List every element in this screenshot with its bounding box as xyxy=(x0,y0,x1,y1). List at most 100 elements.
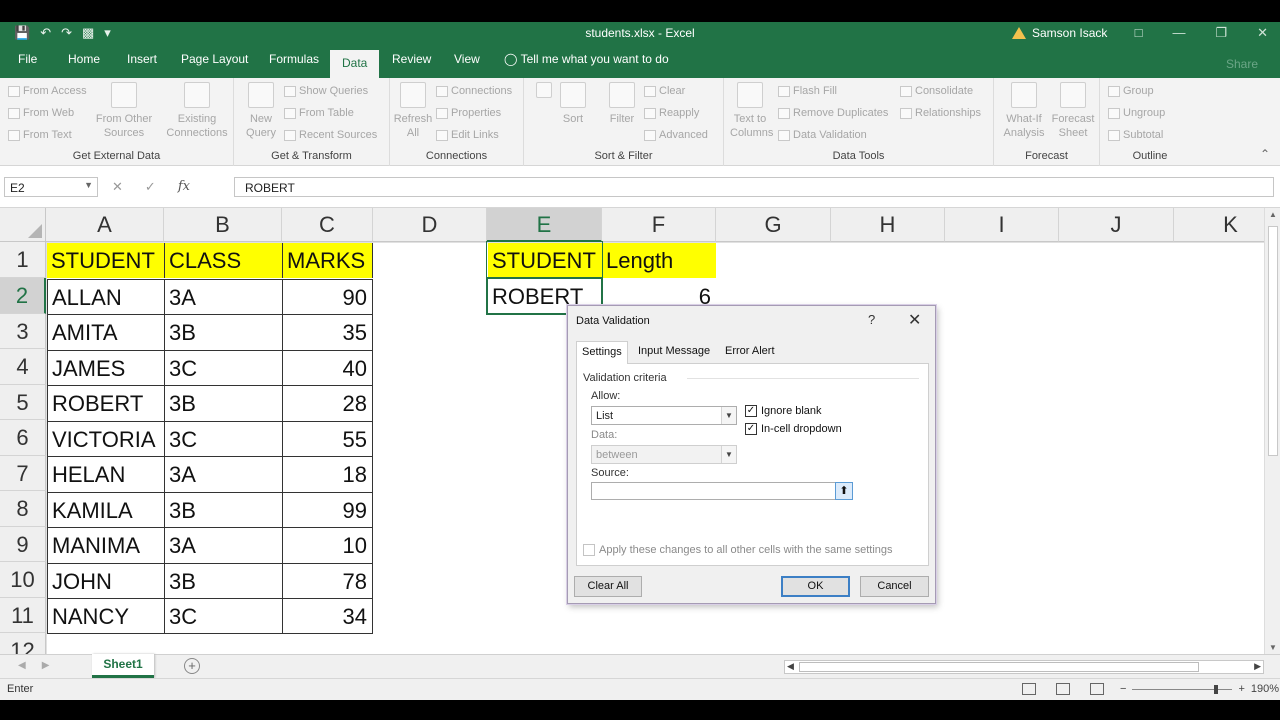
table-cell[interactable]: 3A xyxy=(164,279,282,314)
next-sheet-icon[interactable]: ▶ xyxy=(42,660,50,671)
column-header-i[interactable]: I xyxy=(945,208,1059,242)
zoom-slider[interactable] xyxy=(1132,684,1233,694)
tab-formulas[interactable]: Formulas xyxy=(269,52,319,66)
add-sheet-icon[interactable]: + xyxy=(184,658,200,674)
show-queries-button[interactable]: Show Queries xyxy=(284,85,368,97)
row-header-8[interactable]: 8 xyxy=(0,491,46,527)
chevron-down-icon[interactable]: ▼ xyxy=(84,180,93,190)
remove-duplicates-button[interactable]: Remove Duplicates xyxy=(778,107,888,119)
table-cell[interactable]: 18 xyxy=(282,456,373,492)
scroll-up-icon[interactable]: ▲ xyxy=(1269,210,1277,219)
reapply-button[interactable]: Reapply xyxy=(644,107,699,119)
chevron-down-icon[interactable]: ▼ xyxy=(721,407,736,424)
sort-az-button[interactable] xyxy=(532,82,556,102)
row-header-11[interactable]: 11 xyxy=(0,598,46,633)
advanced-button[interactable]: Advanced xyxy=(644,129,708,141)
row-header-7[interactable]: 7 xyxy=(0,456,46,491)
relationships-button[interactable]: Relationships xyxy=(900,107,981,119)
apply-all-checkbox[interactable]: Apply these changes to all other cells w… xyxy=(583,544,893,556)
cancel-button[interactable]: Cancel xyxy=(860,576,929,597)
clear-button[interactable]: Clear xyxy=(644,85,685,97)
column-header-b[interactable]: B xyxy=(164,208,282,242)
tab-error-alert[interactable]: Error Alert xyxy=(725,345,775,357)
tab-file[interactable]: File xyxy=(18,52,37,66)
table-cell[interactable]: 55 xyxy=(282,421,373,456)
lookup-header-length[interactable]: Length xyxy=(602,243,716,278)
row-header-10[interactable]: 10 xyxy=(0,562,46,598)
source-input[interactable] xyxy=(591,482,849,500)
table-cell[interactable]: KAMILA xyxy=(47,492,164,527)
column-header-c[interactable]: C xyxy=(282,208,373,242)
table-cell[interactable]: HELAN xyxy=(47,456,164,492)
table-cell[interactable]: 35 xyxy=(282,314,373,350)
consolidate-button[interactable]: Consolidate xyxy=(900,85,973,97)
table-cell[interactable]: VICTORIA xyxy=(47,421,164,456)
zoom-level[interactable]: 190% xyxy=(1251,683,1279,695)
table-cell[interactable]: MANIMA xyxy=(47,527,164,563)
from-other-sources-button[interactable]: From Other Sources xyxy=(92,82,156,140)
row-header-12[interactable]: 12 xyxy=(0,633,46,654)
sheet-tab-sheet1[interactable]: Sheet1 xyxy=(92,654,154,678)
checkbox-unchecked-icon[interactable] xyxy=(583,544,595,556)
prev-sheet-icon[interactable]: ◀ xyxy=(18,660,26,671)
table-cell[interactable]: 28 xyxy=(282,385,373,421)
table-cell[interactable]: 3C xyxy=(164,350,282,385)
column-header-h[interactable]: H xyxy=(831,208,945,242)
forecast-sheet-button[interactable]: Forecast Sheet xyxy=(1050,82,1096,140)
column-header-g[interactable]: G xyxy=(716,208,831,242)
column-header-e[interactable]: E xyxy=(487,208,602,242)
ungroup-button[interactable]: Ungroup xyxy=(1108,107,1165,119)
recent-sources-button[interactable]: Recent Sources xyxy=(284,129,377,141)
sort-button[interactable]: Sort xyxy=(558,82,588,126)
flash-fill-button[interactable]: Flash Fill xyxy=(778,85,837,97)
tell-me-box[interactable]: ◯ Tell me what you want to do xyxy=(504,52,669,66)
row-header-3[interactable]: 3 xyxy=(0,314,46,349)
data-validation-button[interactable]: Data Validation xyxy=(778,129,867,141)
allow-select[interactable]: List ▼ xyxy=(591,406,737,425)
zoom-in-icon[interactable]: + xyxy=(1238,683,1244,695)
checkbox-checked-icon[interactable]: ✓ xyxy=(745,423,757,435)
zoom-slider-knob[interactable] xyxy=(1214,684,1219,694)
edit-links-button[interactable]: Edit Links xyxy=(436,129,499,141)
ignore-blank-checkbox[interactable]: ✓ Ignore blank xyxy=(745,405,822,417)
properties-button[interactable]: Properties xyxy=(436,107,501,119)
normal-view-icon[interactable] xyxy=(1022,683,1036,695)
table-cell[interactable]: 3C xyxy=(164,598,282,634)
table-cell[interactable]: ROBERT xyxy=(47,385,164,421)
cancel-entry-icon[interactable]: ✕ xyxy=(112,179,123,195)
page-break-view-icon[interactable] xyxy=(1090,683,1104,695)
row-header-2[interactable]: 2 xyxy=(0,278,46,314)
vertical-scroll-thumb[interactable] xyxy=(1268,226,1278,456)
help-icon[interactable]: ? xyxy=(868,312,875,327)
header-cell-marks[interactable]: MARKS xyxy=(282,243,373,278)
close-icon[interactable]: ✕ xyxy=(1257,25,1268,41)
tab-review[interactable]: Review xyxy=(392,52,431,66)
connections-button[interactable]: Connections xyxy=(436,85,512,97)
from-access-button[interactable]: From Access xyxy=(8,85,87,97)
group-button[interactable]: Group xyxy=(1108,85,1154,97)
column-header-j[interactable]: J xyxy=(1059,208,1174,242)
scroll-left-icon[interactable]: ◀ xyxy=(787,661,794,672)
table-cell[interactable]: ALLAN xyxy=(47,279,164,314)
zoom-out-icon[interactable]: − xyxy=(1120,683,1126,695)
in-cell-dropdown-checkbox[interactable]: ✓ In-cell dropdown xyxy=(745,423,842,435)
tab-settings[interactable]: Settings xyxy=(576,341,628,364)
name-box[interactable]: E2 ▼ xyxy=(4,177,98,197)
table-cell[interactable]: 3B xyxy=(164,385,282,421)
row-header-9[interactable]: 9 xyxy=(0,527,46,562)
scroll-right-icon[interactable]: ▶ xyxy=(1254,661,1261,672)
horizontal-scroll-thumb[interactable] xyxy=(799,662,1199,672)
ok-button[interactable]: OK xyxy=(781,576,850,597)
row-header-6[interactable]: 6 xyxy=(0,420,46,456)
new-query-button[interactable]: New Query xyxy=(240,82,282,140)
what-if-analysis-button[interactable]: What-If Analysis xyxy=(1000,82,1048,140)
table-cell[interactable]: 10 xyxy=(282,527,373,563)
column-header-d[interactable]: D xyxy=(373,208,487,242)
restore-icon[interactable]: ❐ xyxy=(1215,25,1227,41)
table-cell[interactable]: JOHN xyxy=(47,563,164,598)
existing-connections-button[interactable]: Existing Connections xyxy=(162,82,232,140)
user-account[interactable]: Samson Isack xyxy=(1012,26,1107,40)
tab-page-layout[interactable]: Page Layout xyxy=(181,52,248,66)
checkbox-checked-icon[interactable]: ✓ xyxy=(745,405,757,417)
row-header-1[interactable]: 1 xyxy=(0,242,46,278)
